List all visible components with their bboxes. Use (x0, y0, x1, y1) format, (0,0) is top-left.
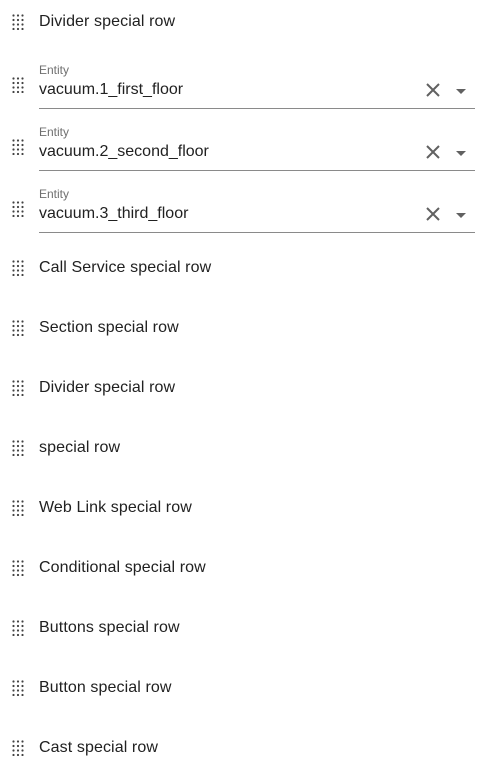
entity-field-value[interactable]: vacuum.1_first_floor (39, 80, 183, 100)
drag-handle-icon[interactable] (12, 500, 24, 516)
special-row-call-service: Call Service special row (0, 258, 488, 278)
drag-handle-icon[interactable] (12, 201, 24, 217)
drag-handle-icon[interactable] (12, 620, 24, 636)
drag-handle-icon[interactable] (12, 14, 24, 30)
entity-field-label: Entity (39, 187, 70, 201)
drag-handle-icon[interactable] (12, 260, 24, 276)
entity-field-label: Entity (39, 125, 70, 139)
entity-field-value[interactable]: vacuum.2_second_floor (39, 142, 209, 162)
drag-handle-icon[interactable] (12, 380, 24, 396)
special-row-buttons: Buttons special row (0, 618, 488, 638)
drag-handle-icon[interactable] (12, 139, 24, 155)
special-row-label: Call Service special row (39, 259, 212, 276)
special-row-label: Buttons special row (39, 619, 180, 636)
entity-field-label: Entity (39, 63, 70, 77)
entity-row: Entity vacuum.2_second_floor (0, 122, 488, 171)
special-row-label: Divider special row (39, 13, 176, 30)
special-row-divider: Divider special row (0, 378, 488, 398)
drag-handle-icon[interactable] (12, 560, 24, 576)
special-row-label: Divider special row (39, 379, 176, 396)
entity-picker[interactable]: Entity vacuum.1_first_floor (39, 60, 475, 109)
special-row-generic: special row (0, 438, 488, 458)
drag-handle-icon[interactable] (12, 680, 24, 696)
entity-row: Entity vacuum.1_first_floor (0, 60, 488, 109)
menu-down-icon[interactable] (453, 84, 469, 96)
drag-handle-icon[interactable] (12, 320, 24, 336)
special-row-label: Button special row (39, 679, 172, 696)
special-row-button: Button special row (0, 678, 488, 698)
entity-picker[interactable]: Entity vacuum.2_second_floor (39, 122, 475, 171)
special-row-label: Section special row (39, 319, 179, 336)
menu-down-icon[interactable] (453, 208, 469, 220)
special-row-divider: Divider special row (0, 12, 488, 32)
special-row-label: Conditional special row (39, 559, 206, 576)
close-icon[interactable] (422, 141, 444, 163)
entity-picker[interactable]: Entity vacuum.3_third_floor (39, 184, 475, 233)
menu-down-icon[interactable] (453, 146, 469, 158)
drag-handle-icon[interactable] (12, 77, 24, 93)
special-row-cast: Cast special row (0, 738, 488, 758)
close-icon[interactable] (422, 79, 444, 101)
special-row-web-link: Web Link special row (0, 498, 488, 518)
special-row-conditional: Conditional special row (0, 558, 488, 578)
entity-row: Entity vacuum.3_third_floor (0, 184, 488, 233)
special-row-section: Section special row (0, 318, 488, 338)
special-row-label: special row (39, 439, 121, 456)
drag-handle-icon[interactable] (12, 440, 24, 456)
close-icon[interactable] (422, 203, 444, 225)
special-row-label: Web Link special row (39, 499, 192, 516)
entity-field-value[interactable]: vacuum.3_third_floor (39, 204, 188, 224)
drag-handle-icon[interactable] (12, 740, 24, 756)
special-row-label: Cast special row (39, 739, 158, 756)
